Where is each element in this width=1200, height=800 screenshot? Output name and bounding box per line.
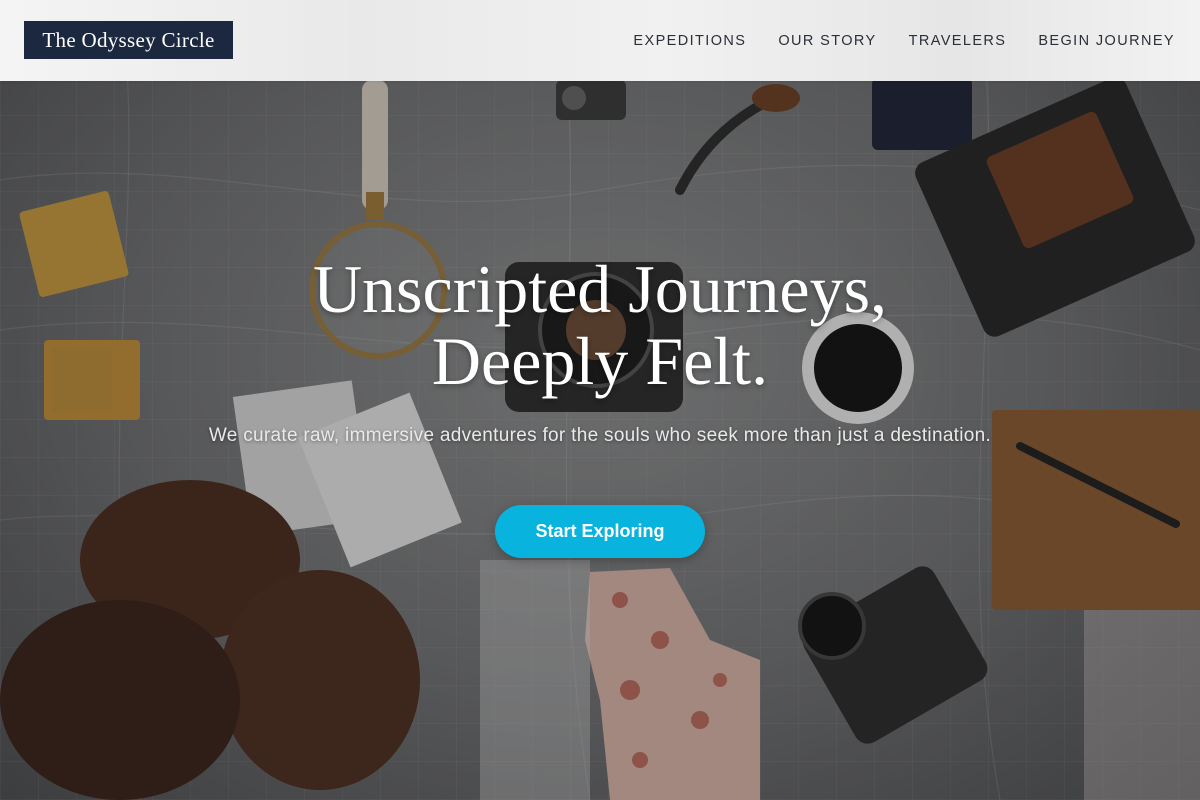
hero-title: Unscripted Journeys, Deeply Felt.	[150, 253, 1050, 397]
hero-title-line-2: Deeply Felt.	[431, 323, 769, 399]
hero-title-line-1: Unscripted Journeys,	[312, 251, 888, 327]
brand-logo[interactable]: The Odyssey Circle	[24, 21, 233, 59]
start-exploring-button[interactable]: Start Exploring	[495, 505, 705, 558]
nav-link-begin-journey[interactable]: BEGIN JOURNEY	[1038, 33, 1175, 49]
site-header: The Odyssey Circle EXPEDITIONS OUR STORY…	[0, 0, 1200, 81]
main-nav: EXPEDITIONS OUR STORY TRAVELERS BEGIN JO…	[633, 0, 1175, 81]
hero-section: Unscripted Journeys, Deeply Felt. We cur…	[0, 81, 1200, 800]
nav-link-travelers[interactable]: TRAVELERS	[909, 33, 1007, 49]
landing-page: The Odyssey Circle EXPEDITIONS OUR STORY…	[0, 0, 1200, 800]
nav-link-our-story[interactable]: OUR STORY	[778, 33, 876, 49]
hero-subtitle: We curate raw, immersive adventures for …	[208, 425, 992, 446]
nav-link-expeditions[interactable]: EXPEDITIONS	[633, 33, 746, 49]
